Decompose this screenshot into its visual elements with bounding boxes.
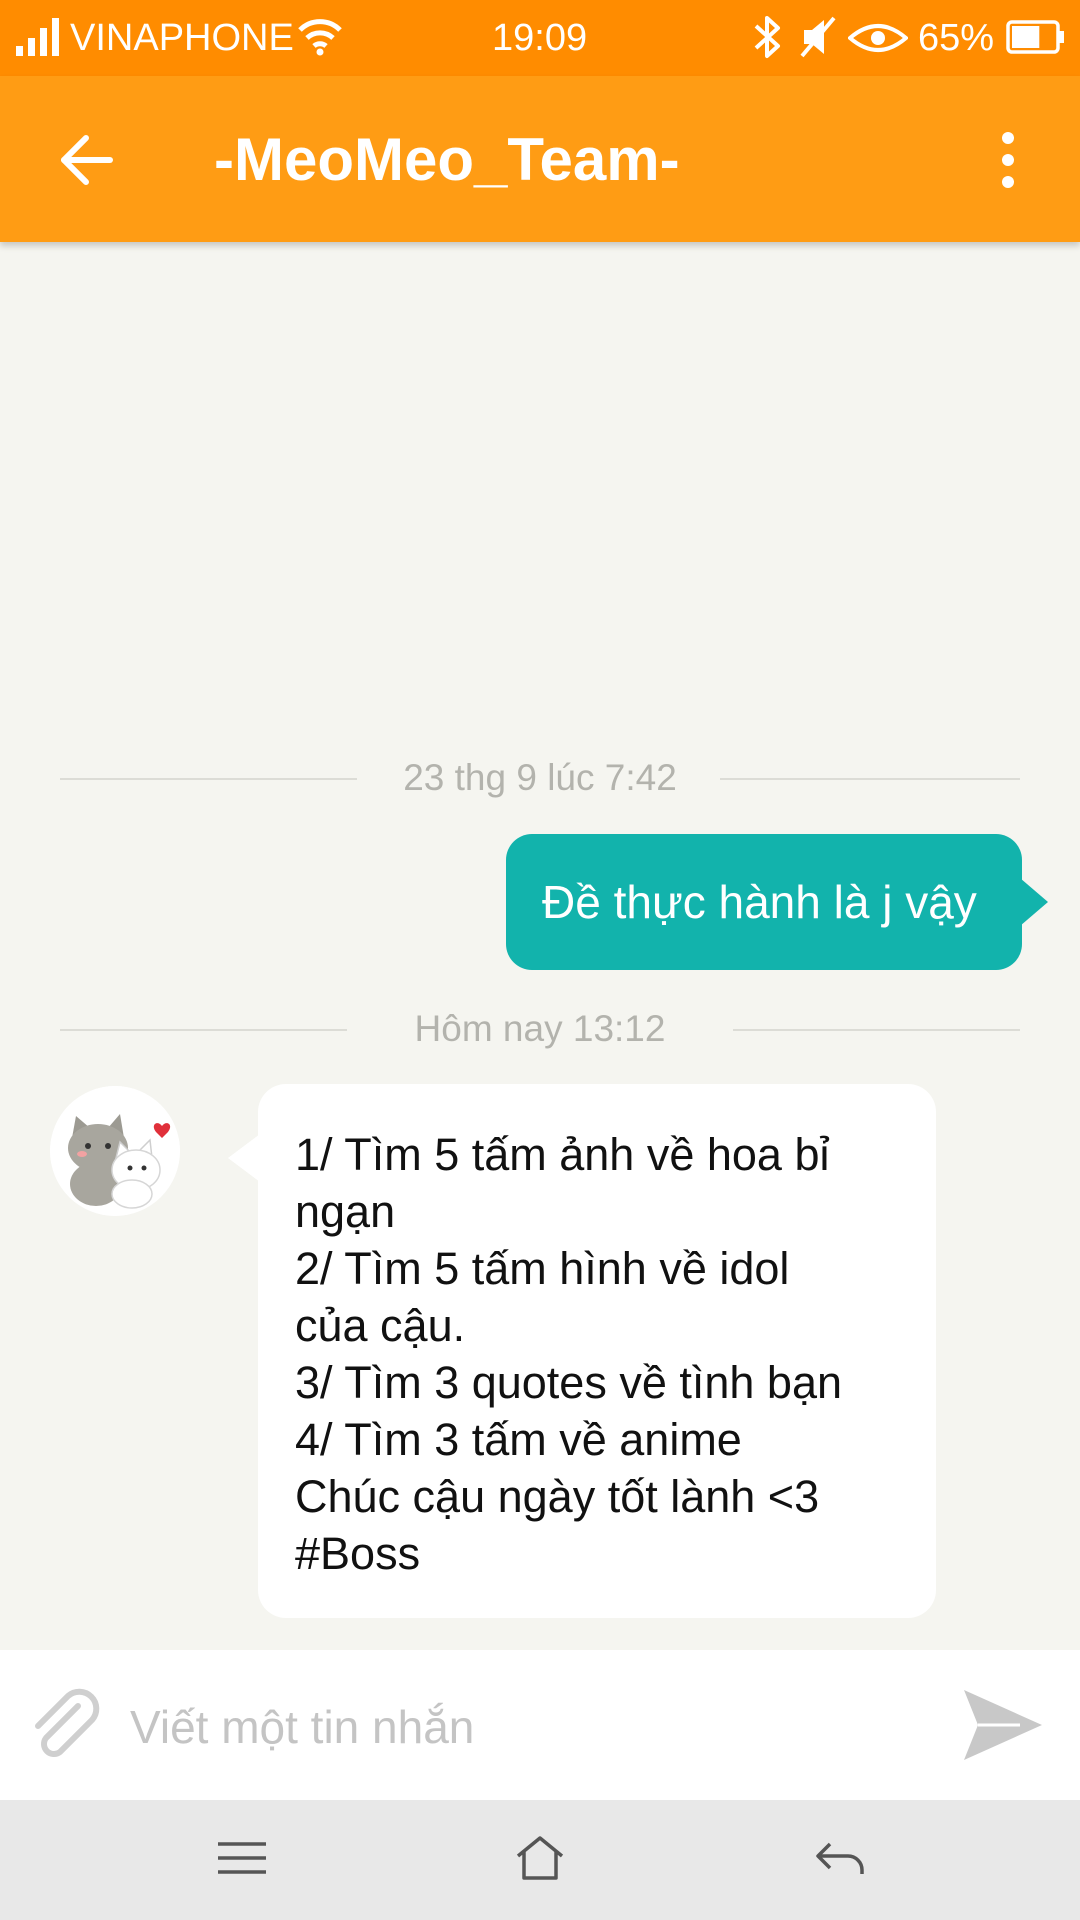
message-line: 4/ Tìm 3 tấm về anime [295, 1414, 742, 1465]
system-nav-bar [0, 1800, 1080, 1920]
wifi-icon [298, 19, 342, 56]
date-separator: 23 thg 9 lúc 7:42 [60, 756, 1020, 800]
mute-icon [800, 16, 836, 58]
clock: 19:09 [492, 17, 588, 59]
arrow-left-icon[interactable] [58, 132, 114, 188]
conversation-title: -MeoMeo_Team- [214, 126, 680, 193]
separator-line [733, 1029, 1020, 1031]
message-line: 3/ Tìm 3 quotes về tình bạn [295, 1357, 843, 1408]
bubble-tail [228, 1134, 260, 1182]
message-composer [0, 1650, 1080, 1800]
message-line: #Boss [295, 1528, 421, 1579]
battery-icon [1006, 20, 1064, 54]
message-line: Chúc cậu ngày tốt lành <3 [295, 1471, 820, 1522]
app-bar: -MeoMeo_Team- [0, 76, 1080, 242]
message-text: 1/ Tìm 5 tấm ảnh về hoa bỉ ngạn 2/ Tìm 5… [295, 1126, 905, 1582]
message-input[interactable] [130, 1692, 910, 1762]
menu-icon[interactable] [216, 1838, 268, 1878]
message-line: ngạn [295, 1186, 396, 1237]
send-icon[interactable] [960, 1682, 1046, 1768]
avatar[interactable] [50, 1086, 180, 1216]
status-bar: VINAPHONE 19:09 65% [0, 0, 1080, 76]
message-line: 1/ Tìm 5 tấm ảnh về hoa bỉ [295, 1129, 830, 1180]
more-vertical-icon[interactable] [990, 128, 1026, 192]
home-icon[interactable] [514, 1834, 566, 1882]
paperclip-icon[interactable] [26, 1688, 106, 1768]
back-icon[interactable] [814, 1838, 866, 1878]
signal-icon [16, 18, 59, 56]
bluetooth-icon [754, 16, 780, 58]
battery-percent: 65% [918, 17, 995, 59]
message-line: của cậu. [295, 1300, 466, 1351]
message-line: 2/ Tìm 5 tấm hình về idol [295, 1243, 790, 1294]
cat-couple-avatar-icon [50, 1086, 180, 1216]
bubble-tail [1020, 878, 1048, 926]
separator-line [720, 778, 1020, 780]
carrier-name: VINAPHONE [70, 17, 294, 59]
date-separator: Hôm nay 13:12 [60, 1007, 1020, 1051]
incoming-message[interactable]: 1/ Tìm 5 tấm ảnh về hoa bỉ ngạn 2/ Tìm 5… [228, 1084, 936, 1618]
outgoing-message[interactable]: Đề thực hành là j vậy [506, 834, 1048, 970]
message-text: Đề thực hành là j vậy [542, 876, 977, 928]
eye-icon [848, 24, 908, 52]
